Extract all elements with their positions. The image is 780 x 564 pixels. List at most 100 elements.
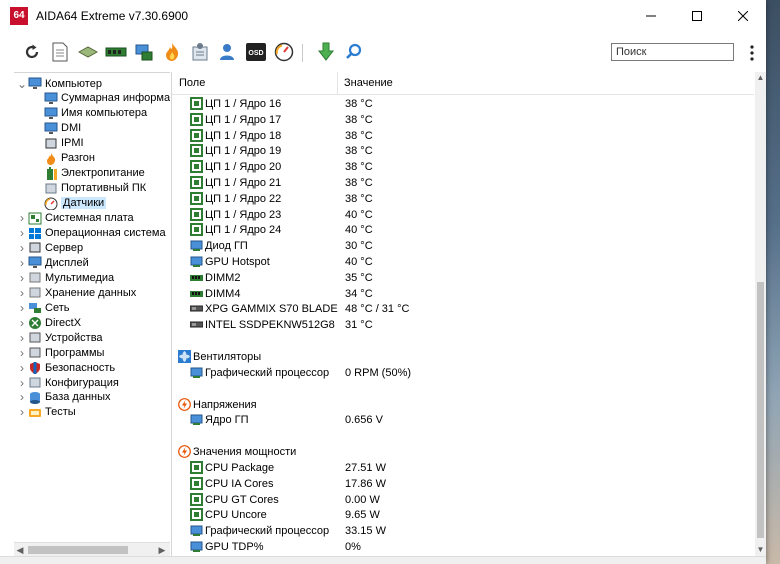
tree-item[interactable]: › Дисплей	[16, 255, 89, 270]
chevron-right-icon[interactable]: ›	[16, 331, 28, 345]
sensor-row[interactable]: ЦП 1 / Ядро 21 38 °C	[172, 175, 754, 191]
sensor-row[interactable]: INTEL SSDPEKNW512G8 31 °C	[172, 317, 754, 333]
column-separator[interactable]	[337, 72, 338, 94]
tree-item[interactable]: › Хранение данных	[16, 285, 136, 300]
maximize-button[interactable]	[674, 0, 720, 32]
tree-item[interactable]: › Безопасность	[16, 360, 115, 375]
tree-item[interactable]: Разгон	[32, 151, 95, 166]
sensor-row[interactable]: DIMM2 35 °C	[172, 270, 754, 286]
chevron-right-icon[interactable]: ›	[16, 361, 28, 375]
sensor-row[interactable]: GPU Hotspot 40 °C	[172, 254, 754, 270]
minimize-button[interactable]	[628, 0, 674, 32]
sensor-row[interactable]: Графический процессор 0 RPM (50%)	[172, 365, 754, 381]
motherboard-button[interactable]	[76, 40, 100, 64]
chevron-right-icon[interactable]: ›	[16, 211, 28, 225]
sensor-row[interactable]: ЦП 1 / Ядро 23 40 °C	[172, 207, 754, 223]
section-header[interactable]: Вентиляторы	[172, 349, 754, 365]
chevron-right-icon[interactable]: ›	[16, 376, 28, 390]
gauge-button[interactable]	[272, 40, 296, 64]
overclock-button[interactable]	[160, 40, 184, 64]
sensor-row[interactable]: ЦП 1 / Ядро 17 38 °C	[172, 112, 754, 128]
chevron-right-icon[interactable]: ›	[16, 271, 28, 285]
tree-item[interactable]: Суммарная информа	[32, 91, 170, 106]
chevron-right-icon[interactable]: ›	[16, 405, 28, 419]
network-icon	[29, 303, 41, 314]
tree-item[interactable]: › Сеть	[16, 300, 69, 315]
scroll-right-icon[interactable]: ▶	[156, 544, 168, 556]
sensor-row[interactable]: ЦП 1 / Ядро 22 38 °C	[172, 191, 754, 207]
motherboard-icon	[77, 46, 99, 58]
chevron-right-icon[interactable]: ›	[16, 346, 28, 360]
tree-item[interactable]: › База данных	[16, 390, 111, 405]
sensor-row[interactable]: Графический процессор 33.15 W	[172, 523, 754, 539]
tree-item[interactable]: DMI	[32, 121, 81, 136]
tree-item[interactable]: Портативный ПК	[32, 181, 146, 196]
sensor-row[interactable]: ЦП 1 / Ядро 18 38 °C	[172, 128, 754, 144]
chevron-right-icon[interactable]: ›	[16, 301, 28, 315]
tree-item[interactable]: Датчики	[32, 196, 107, 211]
sensor-row[interactable]: DIMM4 34 °C	[172, 286, 754, 302]
tree-item[interactable]: › Конфигурация	[16, 375, 119, 390]
scroll-down-icon[interactable]: ▼	[755, 544, 766, 556]
sensor-name: Графический процессор	[205, 366, 330, 379]
tree-item[interactable]: › Операционная система	[16, 226, 166, 241]
sensor-row[interactable]: ЦП 1 / Ядро 20 38 °C	[172, 159, 754, 175]
sensor-row[interactable]: Диод ГП 30 °C	[172, 238, 754, 254]
sensor-row[interactable]: ЦП 1 / Ядро 16 38 °C	[172, 96, 754, 112]
sensor-row[interactable]: Ядро ГП 0.656 V	[172, 412, 754, 428]
column-field-header[interactable]: Поле	[179, 77, 205, 89]
chevron-right-icon[interactable]: ›	[16, 226, 28, 240]
user-button[interactable]	[216, 40, 240, 64]
chevron-right-icon[interactable]: ›	[16, 241, 28, 255]
network-button[interactable]	[132, 40, 156, 64]
sensor-row[interactable]: XPG GAMMIX S70 BLADE 48 °C / 31 °C	[172, 301, 754, 317]
search-input[interactable]	[611, 43, 734, 61]
tree-item[interactable]: › Устройства	[16, 330, 103, 345]
chevron-right-icon[interactable]: ›	[16, 390, 28, 404]
column-value-header[interactable]: Значение	[344, 77, 393, 89]
report-button[interactable]	[48, 40, 72, 64]
tree-item[interactable]: Электропитание	[32, 166, 145, 181]
scroll-left-icon[interactable]: ◀	[14, 544, 26, 556]
chevron-right-icon[interactable]: ›	[16, 286, 28, 300]
close-icon	[738, 11, 748, 21]
tree-item[interactable]: IPMI	[32, 136, 84, 151]
section-header[interactable]: Значения мощности	[172, 444, 754, 460]
chevron-right-icon[interactable]: ›	[16, 256, 28, 270]
find-button[interactable]	[342, 40, 366, 64]
section-header[interactable]: Напряжения	[172, 397, 754, 413]
tree-item[interactable]: › Сервер	[16, 240, 83, 255]
tree-item[interactable]: ⌄ Компьютер	[16, 76, 102, 91]
more-menu-icon[interactable]	[745, 44, 759, 62]
tree-item[interactable]: › Тесты	[16, 405, 76, 420]
scroll-thumb[interactable]	[28, 546, 128, 554]
section-title: Значения мощности	[193, 446, 297, 459]
sensor-row[interactable]: CPU Uncore 9.65 W	[172, 507, 754, 523]
tree-horizontal-scrollbar[interactable]: ◀ ▶	[14, 542, 170, 557]
download-button[interactable]	[314, 40, 338, 64]
chevron-right-icon[interactable]: ›	[16, 316, 28, 330]
close-button[interactable]	[720, 0, 766, 32]
tree-item[interactable]: › Мультимедиа	[16, 270, 114, 285]
tools-button[interactable]	[188, 40, 212, 64]
vertical-scrollbar[interactable]: ▲ ▼	[755, 72, 766, 556]
refresh-button[interactable]	[20, 40, 44, 64]
scroll-thumb[interactable]	[757, 282, 764, 538]
scroll-up-icon[interactable]: ▲	[755, 72, 766, 84]
sensor-row[interactable]: CPU Package 27.51 W	[172, 460, 754, 476]
tree-item[interactable]: Имя компьютера	[32, 106, 147, 121]
tree-item[interactable]: › Программы	[16, 345, 104, 360]
sensor-row[interactable]: CPU GT Cores 0.00 W	[172, 492, 754, 508]
tree-item[interactable]: › Системная плата	[16, 211, 134, 226]
tools-icon	[192, 43, 208, 61]
sensor-row[interactable]: CPU IA Cores 17.86 W	[172, 476, 754, 492]
sensor-row[interactable]: GPU TDP% 0%	[172, 539, 754, 555]
sensor-row[interactable]: ЦП 1 / Ядро 19 38 °C	[172, 143, 754, 159]
sensor-row[interactable]: ЦП 1 / Ядро 24 40 °C	[172, 222, 754, 238]
memory-icon	[190, 274, 203, 281]
osd-button[interactable]: OSD	[244, 40, 268, 64]
device-icon	[29, 332, 41, 343]
tree-item[interactable]: › DirectX	[16, 315, 81, 330]
memory-button[interactable]	[104, 40, 128, 64]
chevron-down-icon[interactable]: ⌄	[16, 77, 28, 91]
